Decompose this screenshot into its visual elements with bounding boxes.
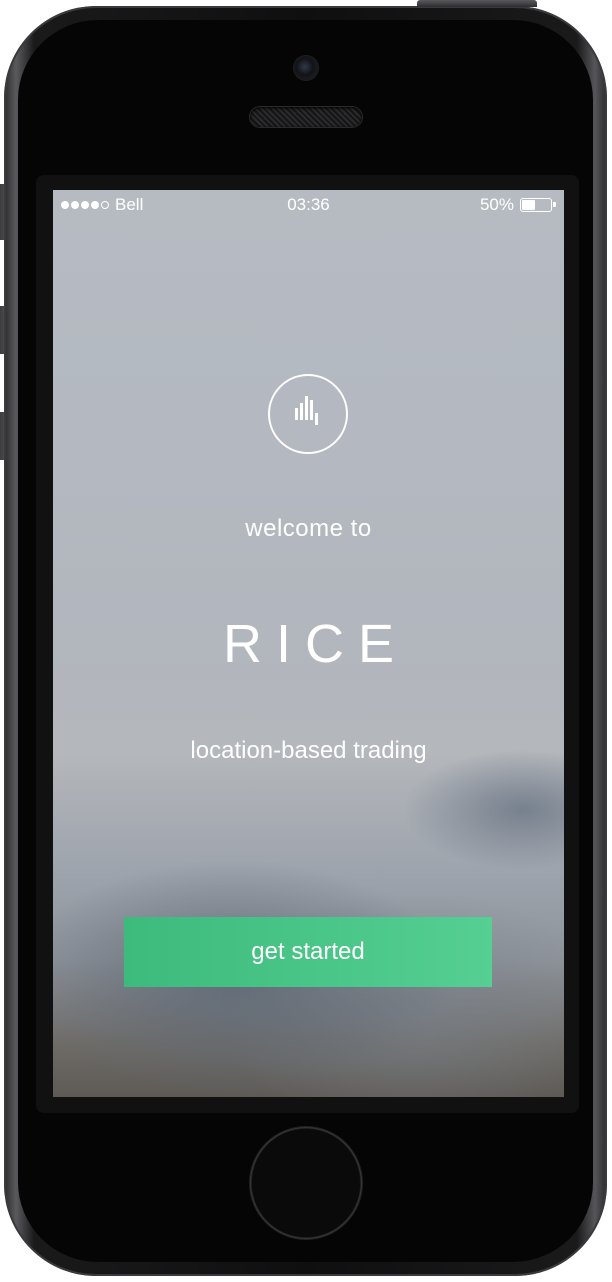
battery-tip bbox=[553, 202, 556, 207]
volume-up-button bbox=[0, 306, 4, 354]
get-started-button[interactable]: get started bbox=[124, 917, 492, 987]
app-tagline: location-based trading bbox=[190, 737, 427, 764]
battery-fill bbox=[522, 200, 535, 210]
mute-switch bbox=[0, 184, 4, 240]
app-screen: Bell 03:36 50% welcome to RICE location-… bbox=[53, 190, 564, 1097]
welcome-text: welcome to bbox=[245, 515, 372, 542]
power-button bbox=[417, 0, 537, 7]
front-camera bbox=[294, 56, 318, 80]
logo-bars-graphic bbox=[295, 396, 318, 425]
app-title: RICE bbox=[222, 614, 408, 674]
volume-down-button bbox=[0, 412, 4, 460]
battery-icon bbox=[520, 198, 556, 212]
status-bar: Bell 03:36 50% bbox=[53, 190, 564, 222]
earpiece-speaker bbox=[250, 107, 362, 127]
home-button[interactable] bbox=[250, 1127, 362, 1239]
bar-chart-circle-icon bbox=[268, 374, 348, 454]
status-right: 50% bbox=[479, 195, 556, 215]
battery-percentage: 50% bbox=[479, 195, 514, 214]
